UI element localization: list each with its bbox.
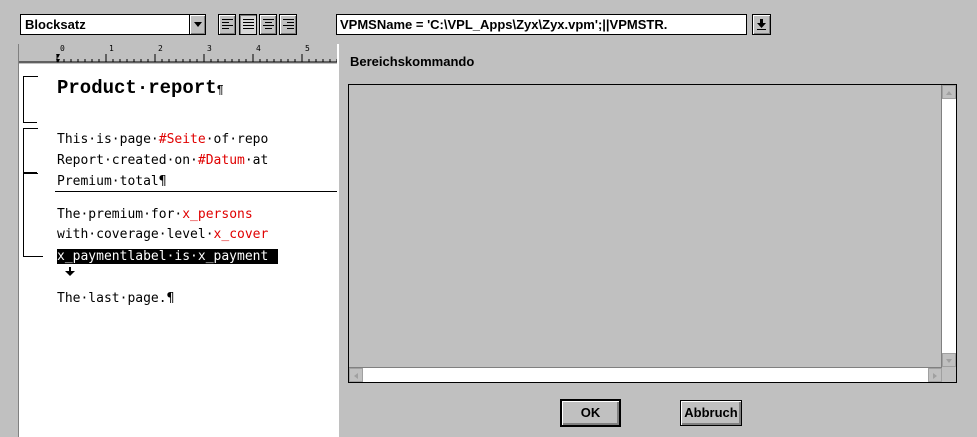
justify-icon: [243, 19, 254, 29]
toolbar: Blocksatz VPMSName = 'C:\VPL_Apps\Zyx\Zy…: [0, 0, 977, 46]
arrow-down-icon: [946, 359, 952, 363]
field-datum: #Datum: [197, 153, 245, 168]
section-marker: [23, 173, 38, 256]
scroll-up-button[interactable]: [942, 85, 956, 99]
ruler-label: 2: [158, 44, 163, 53]
field-coverage: x_cover: [213, 227, 269, 242]
section-marker: [23, 76, 38, 123]
align-left-icon: [222, 19, 233, 29]
formula-input[interactable]: VPMSName = 'C:\VPL_Apps\Zyx\Zyx.vpm';||V…: [336, 14, 747, 35]
ruler-ticks: [19, 54, 339, 63]
section-marker-line: [23, 256, 43, 257]
ruler-label: 0: [60, 44, 65, 53]
arrow-left-icon: [354, 373, 358, 379]
ok-button[interactable]: OK: [560, 399, 621, 427]
ruler: 0 1 2 3 4 5: [19, 44, 339, 64]
align-left-button[interactable]: [218, 14, 236, 35]
section-marker: [23, 128, 38, 173]
doc-line-premium-total: Premium·total¶: [57, 174, 167, 189]
doc-line-premium: The·premium·for·x_persons: [57, 207, 253, 222]
align-right-icon: [283, 19, 294, 29]
section-marker-line: [23, 122, 37, 123]
scroll-down-button[interactable]: [942, 353, 956, 367]
document-heading: Product·report¶: [57, 77, 224, 99]
scroll-left-button[interactable]: [349, 368, 363, 382]
formula-value: VPMSName = 'C:\VPL_Apps\Zyx\Zyx.vpm';||V…: [340, 17, 668, 32]
align-center-button[interactable]: [259, 14, 277, 35]
arrow-up-icon: [946, 91, 952, 95]
chevron-down-icon: [194, 22, 202, 27]
scroll-right-button[interactable]: [928, 368, 942, 382]
field-persons: x_persons: [182, 207, 253, 222]
ruler-label: 4: [256, 44, 261, 53]
ruler-label: 5: [305, 44, 310, 53]
range-command-dialog: Bereichskommando OK Abbruch: [337, 44, 977, 437]
arrow-right-icon: [933, 373, 937, 379]
cancel-button[interactable]: Abbruch: [680, 400, 742, 426]
vertical-scrollbar[interactable]: [941, 85, 956, 367]
justify-button[interactable]: [239, 14, 257, 35]
horizontal-scrollbar[interactable]: [349, 367, 942, 382]
paragraph-style-value: Blocksatz: [25, 17, 86, 32]
arrow-down-icon: [757, 19, 766, 30]
doc-line-selected[interactable]: x_paymentlabel·is·x_payment: [57, 249, 279, 264]
ruler-label: 3: [207, 44, 212, 53]
formula-dropdown-button[interactable]: [752, 14, 771, 35]
paragraph-style-select[interactable]: Blocksatz: [20, 14, 206, 35]
align-right-button[interactable]: [279, 14, 297, 35]
section-divider: [55, 191, 339, 192]
ruler-label: 1: [109, 44, 114, 53]
field-seite: #Seite: [158, 132, 206, 147]
document-editor[interactable]: 0 1 2 3 4 5 Product·report¶ This·is·page…: [18, 44, 339, 437]
doc-line-page: This·is·page·#Seite·of·repo: [57, 132, 269, 147]
command-listbox[interactable]: [348, 84, 957, 383]
doc-line-created: Report·created·on·#Datum·at: [57, 153, 269, 168]
doc-line-coverage: with·coverage·level·x_cover: [57, 227, 269, 242]
paragraph-style-dropdown-button[interactable]: [189, 14, 206, 35]
align-center-icon: [263, 19, 274, 29]
doc-line-last-page: The·last·page.¶: [57, 291, 175, 306]
cursor-arrow-icon: [65, 267, 75, 276]
dialog-title: Bereichskommando: [350, 54, 475, 69]
